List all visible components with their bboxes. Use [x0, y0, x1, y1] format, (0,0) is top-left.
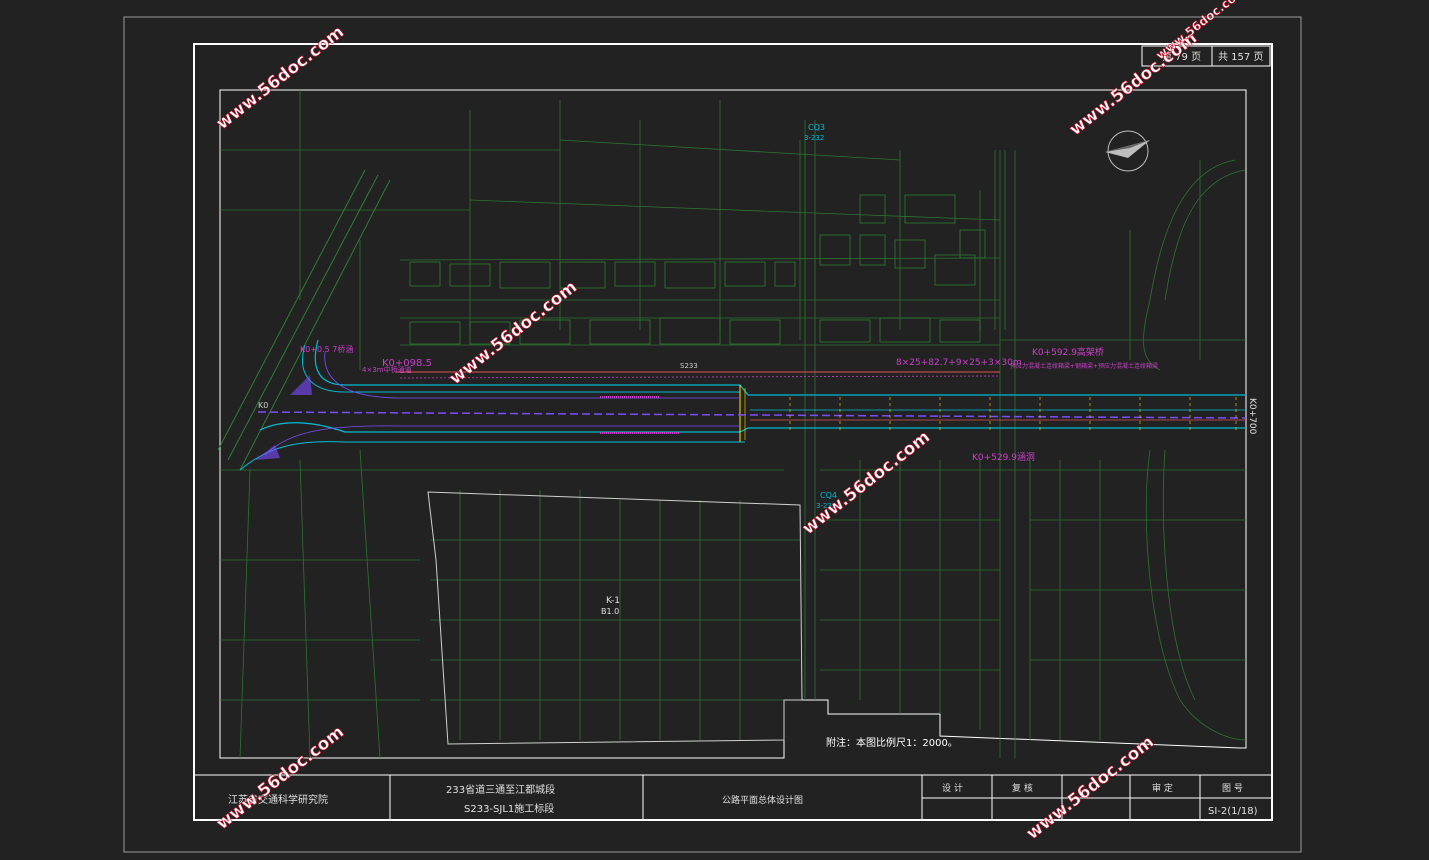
watermark: www.56doc.com: [213, 722, 348, 834]
project-line-1: 233省道三通至江都城段: [446, 783, 555, 796]
label-cq3-sub: 3-232: [804, 134, 824, 142]
parcel-boundary: [427, 491, 803, 745]
label-k1-sub: B1.0: [601, 607, 619, 616]
centerline: [257, 411, 1247, 419]
note-text: 附注：本图比例尺1：2000。: [826, 736, 958, 749]
label-k0: K0: [258, 401, 268, 410]
drawing-title: 公路平面总体设计图: [722, 794, 803, 806]
drawing-no: SI-2(1/18): [1208, 806, 1258, 817]
check-label: 复 核: [1012, 782, 1033, 794]
total-label: 共 157 页: [1218, 51, 1263, 63]
buildings-layer: [409, 194, 986, 345]
review-label: 审 定: [1152, 782, 1173, 794]
label-road: S233: [680, 362, 698, 370]
label-k0-098-desc: 4×3m中桥通道: [362, 365, 412, 374]
watermarks: www.56doc.com www.56doc.com www.56doc.co…: [212, 0, 1248, 844]
terrain-layer: [220, 90, 1247, 759]
cad-drawing: 第 79 页 共 157 页 K0 K0+700 K0+0.5 7桥涵 K0+0…: [123, 0, 1302, 853]
design-label: 设 计: [942, 782, 963, 794]
label-k0-529: K0+529.9涵洞: [972, 452, 1035, 463]
watermark: www.56doc.com: [799, 427, 934, 539]
north-arrow-icon: [1105, 130, 1150, 172]
label-k0-700: K0+700: [1247, 398, 1257, 435]
watermark: www.56doc.com: [213, 22, 348, 134]
label-bridge-type: 预应力混凝土连续箱梁+钢箱梁+预应力混凝土连续箱梁: [1010, 362, 1158, 370]
watermark: www.56doc.com: [1023, 732, 1158, 844]
existing-road: [217, 169, 391, 471]
label-bridge-span: 8×25+82.7+9×25+3×30m: [896, 358, 1022, 368]
drawing-no-label: 图 号: [1222, 783, 1243, 794]
project-line-2: S233-SJL1施工标段: [464, 802, 554, 815]
label-k1: K-1: [606, 596, 620, 606]
label-k0-592: K0+592.9高架桥: [1032, 346, 1104, 358]
annotations: K0 K0+700 K0+0.5 7桥涵 K0+098.5 4×3m中桥通道 8…: [258, 123, 1257, 749]
map-area: [219, 89, 1247, 759]
label-k0-top-left: K0+0.5 7桥涵: [300, 344, 353, 354]
label-cq3: CQ3: [808, 123, 825, 132]
